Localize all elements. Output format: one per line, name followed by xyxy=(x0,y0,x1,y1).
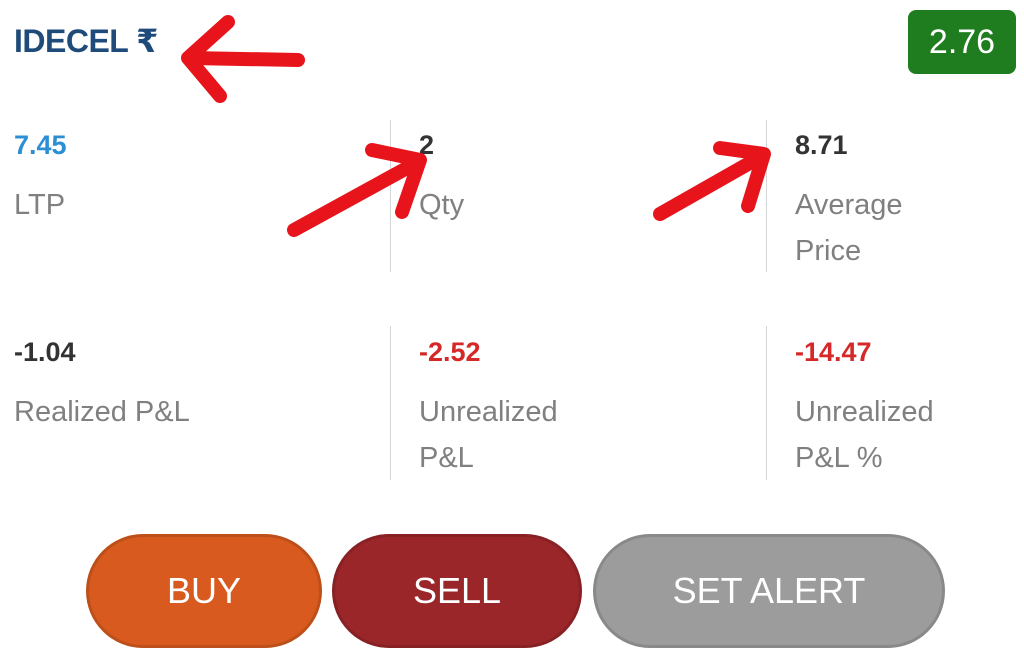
sell-button[interactable]: SELL xyxy=(332,534,582,648)
qty-label: Qty xyxy=(419,189,465,221)
change-badge: 2.76 xyxy=(908,10,1016,74)
realized-pl-value: -1.04 xyxy=(14,337,76,367)
average-price-stat: 8.71 Average Price xyxy=(795,128,965,274)
realized-pl-stat: -1.04 Realized P&L xyxy=(14,335,374,435)
unrealized-pl-percent-value: -14.47 xyxy=(795,337,872,367)
left-arrow-icon xyxy=(181,15,305,103)
column-divider xyxy=(766,326,767,480)
stock-symbol[interactable]: IDECEL ₹ xyxy=(14,22,158,60)
ltp-stat: 7.45 LTP xyxy=(14,128,374,228)
column-divider xyxy=(390,326,391,480)
unrealized-pl-percent-stat: -14.47 Unrealized P&L % xyxy=(795,335,965,481)
qty-value: 2 xyxy=(419,130,435,160)
column-divider xyxy=(390,120,391,272)
unrealized-pl-stat: -2.52 Unrealized P&L xyxy=(419,335,589,481)
unrealized-pl-value: -2.52 xyxy=(419,337,481,367)
unrealized-pl-percent-label: Unrealized P&L % xyxy=(795,396,934,474)
buy-button[interactable]: BUY xyxy=(86,534,322,648)
average-price-value: 8.71 xyxy=(795,130,848,160)
unrealized-pl-label: Unrealized P&L xyxy=(419,396,558,474)
ltp-value: 7.45 xyxy=(14,130,67,160)
column-divider xyxy=(766,120,767,272)
ltp-label: LTP xyxy=(14,189,66,221)
qty-stat: 2 Qty xyxy=(419,128,749,228)
average-price-label: Average Price xyxy=(795,189,903,267)
position-details-panel: IDECEL ₹ 2.76 7.45 LTP 2 Qty 8.71 Averag… xyxy=(0,0,1024,663)
set-alert-button[interactable]: SET ALERT xyxy=(593,534,945,648)
realized-pl-label: Realized P&L xyxy=(14,396,190,428)
